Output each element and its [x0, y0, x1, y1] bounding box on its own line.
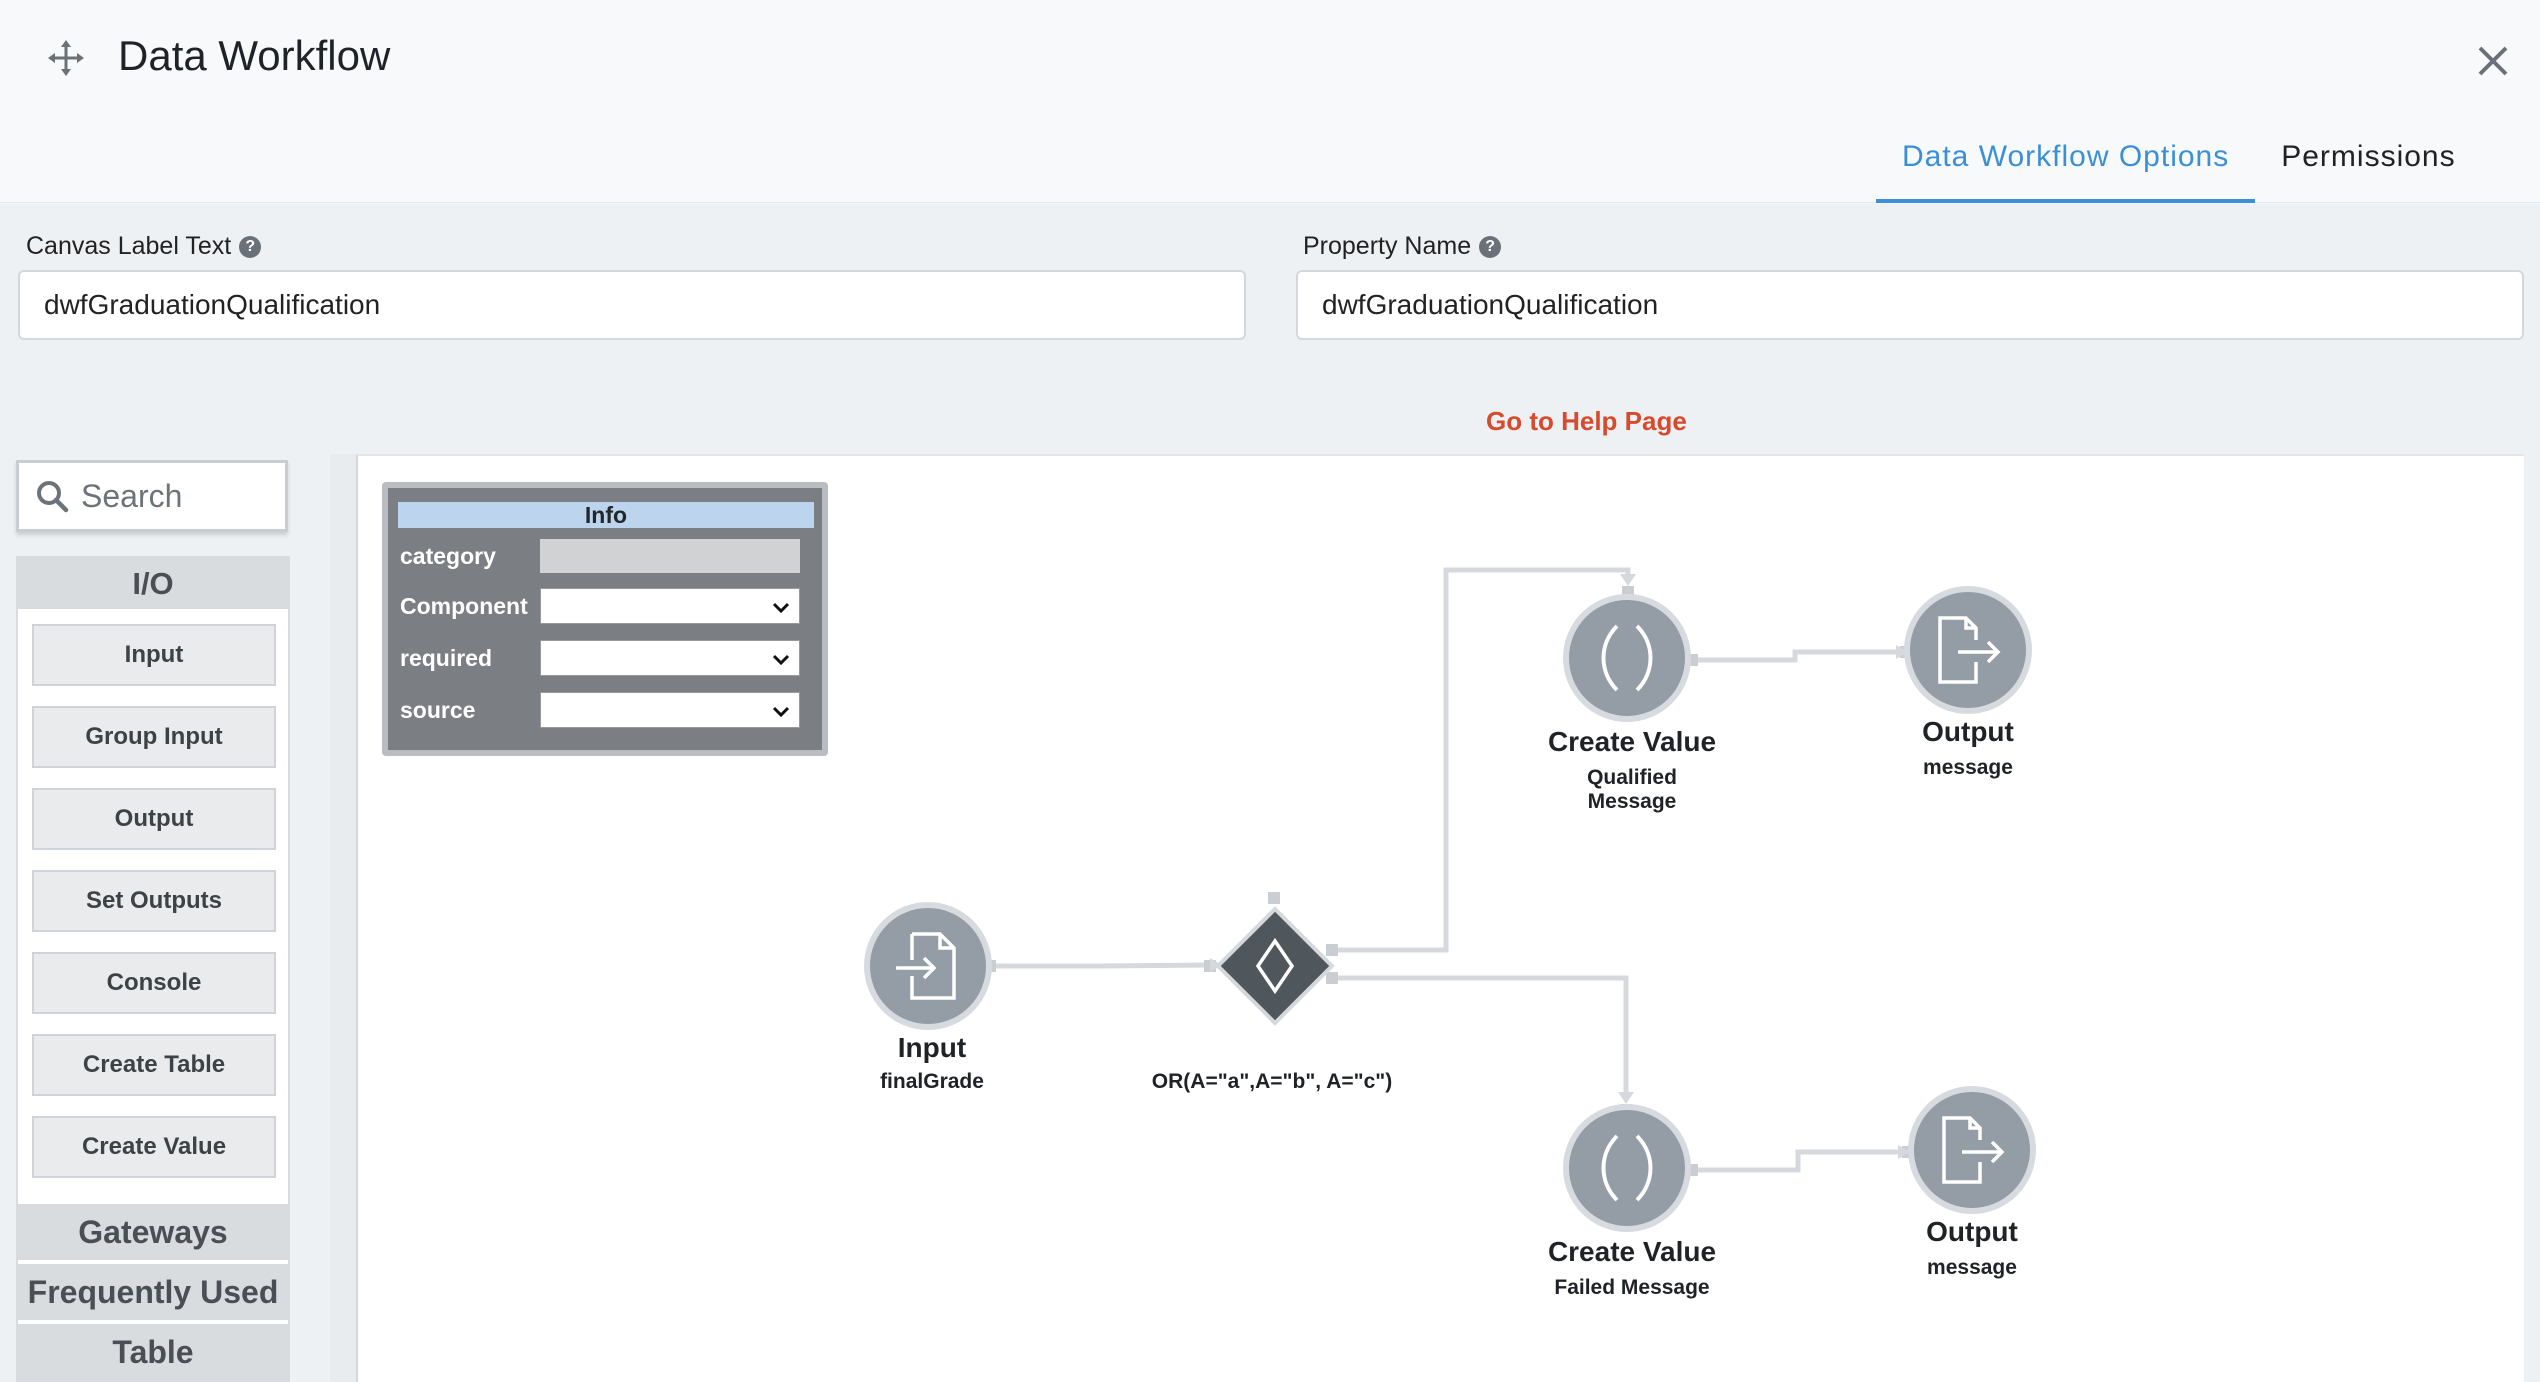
palette-section-table[interactable]: Table	[18, 1324, 288, 1380]
node-type: Output	[1922, 716, 2014, 747]
search-icon	[37, 481, 69, 513]
node-subtitle: message	[1923, 756, 2013, 779]
node-type: Create Value	[1547, 726, 1717, 757]
parentheses-icon	[1601, 624, 1653, 692]
component-palette: Search I/O Input Group Input Output Set …	[16, 460, 290, 1382]
search-placeholder: Search	[81, 477, 183, 514]
tab-permissions[interactable]: Permissions	[2255, 130, 2481, 203]
tab-bar: Data Workflow Options Permissions	[1876, 130, 2482, 203]
node-subtitle: Qualified Message	[1587, 766, 1677, 813]
chevron-down-icon	[772, 654, 790, 666]
info-panel-title: Info	[398, 502, 814, 528]
node-subtitle: message	[1927, 1256, 2017, 1279]
category-field	[540, 539, 800, 573]
help-icon[interactable]: ?	[1479, 235, 1502, 258]
info-row-component: Component	[398, 584, 814, 628]
palette-item-create-table[interactable]: Create Table	[32, 1034, 276, 1096]
node-type: Output	[1926, 1216, 2018, 1247]
palette-section-gateways[interactable]: Gateways	[18, 1204, 288, 1260]
palette-section-frequently-used[interactable]: Frequently Used	[18, 1264, 288, 1320]
input-node[interactable]	[864, 902, 992, 1030]
property-name-input[interactable]	[1296, 270, 2524, 340]
info-row-source: source	[398, 688, 814, 732]
input-file-icon	[896, 932, 956, 1000]
palette-item-console[interactable]: Console	[32, 952, 276, 1014]
help-page-link[interactable]: Go to Help Page	[1486, 406, 1687, 437]
parentheses-icon	[1601, 1134, 1653, 1202]
palette-search-input[interactable]: Search	[16, 460, 288, 532]
create-value-failed-label: Create Value Failed Message	[1512, 1236, 1752, 1300]
palette-item-set-outputs[interactable]: Set Outputs	[32, 870, 276, 932]
gateway-expression: OR(A="a",A="b", A="c")	[1151, 1070, 1393, 1093]
chevron-down-icon	[772, 706, 790, 718]
info-row-required: required	[398, 636, 814, 680]
gateway-node[interactable]	[1214, 905, 1336, 1027]
palette-item-input[interactable]: Input	[32, 624, 276, 686]
output-qualified-label: Output message	[1868, 716, 2068, 780]
info-row-label: Component	[400, 592, 528, 619]
node-subtitle: Failed Message	[1554, 1276, 1710, 1299]
canvas-label-text-input[interactable]	[18, 270, 1246, 340]
info-row-category: category	[398, 534, 814, 578]
tab-data-workflow-options[interactable]: Data Workflow Options	[1876, 130, 2256, 203]
dialog-title: Data Workflow	[118, 32, 391, 79]
component-select[interactable]	[540, 588, 800, 624]
canvas-label-text-caption: Canvas Label Text	[26, 232, 232, 260]
output-file-icon	[1942, 1116, 2005, 1184]
move-icon[interactable]	[46, 38, 86, 78]
palette-section-io[interactable]: I/O	[18, 558, 288, 612]
output-file-icon	[1938, 616, 2001, 684]
property-name-label: Property Name ?	[1303, 232, 1502, 261]
palette-list: I/O Input Group Input Output Set Outputs…	[16, 556, 290, 1382]
node-type: Create Value	[1547, 1236, 1717, 1267]
info-row-label: category	[400, 542, 496, 569]
help-icon[interactable]: ?	[239, 235, 262, 258]
info-row-label: source	[400, 696, 476, 723]
input-node-label: Input finalGrade	[832, 1032, 1032, 1094]
info-row-label: required	[400, 644, 493, 671]
source-select[interactable]	[540, 692, 800, 728]
node-subtitle: finalGrade	[880, 1070, 984, 1093]
node-type: Input	[897, 1032, 967, 1063]
close-icon[interactable]	[2472, 40, 2514, 82]
output-failed-node[interactable]	[1908, 1086, 2036, 1214]
chevron-down-icon	[772, 602, 790, 614]
info-panel: Info category Component required source	[382, 482, 828, 756]
palette-item-output[interactable]: Output	[32, 788, 276, 850]
palette-item-group-input[interactable]: Group Input	[32, 706, 276, 768]
create-value-failed-node[interactable]	[1563, 1104, 1691, 1232]
required-select[interactable]	[540, 640, 800, 676]
canvas-label-text-label: Canvas Label Text ?	[26, 232, 262, 261]
create-value-qualified-node[interactable]	[1563, 594, 1691, 722]
property-name-caption: Property Name	[1303, 232, 1472, 260]
palette-item-create-value[interactable]: Create Value	[32, 1116, 276, 1178]
output-qualified-node[interactable]	[1904, 586, 2032, 714]
dialog-header: Data Workflow Data Workflow Options Perm…	[0, 0, 2540, 203]
create-value-qualified-label: Create Value Qualified Message	[1512, 726, 1752, 814]
canvas-gutter	[330, 454, 356, 1382]
output-failed-label: Output message	[1872, 1216, 2072, 1280]
